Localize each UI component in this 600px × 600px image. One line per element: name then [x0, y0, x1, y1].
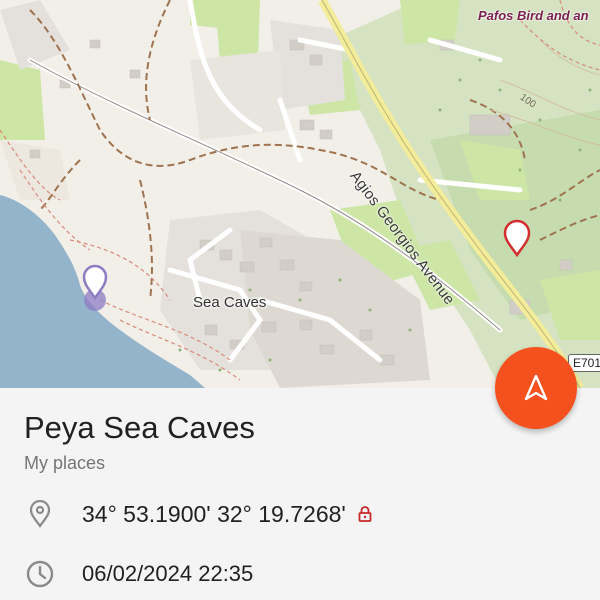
location-pin-icon — [24, 498, 56, 530]
date-row: 06/02/2024 22:35 — [24, 558, 253, 590]
navigation-arrow-icon — [524, 374, 548, 401]
favorite-marker-icon[interactable] — [82, 264, 108, 311]
place-title: Peya Sea Caves — [24, 410, 255, 445]
place-map-label: Sea Caves — [193, 294, 267, 311]
clock-icon — [24, 558, 56, 590]
coordinates-text: 34° 53.1900' 32° 19.7268' — [82, 500, 346, 527]
date-text: 06/02/2024 22:35 — [82, 561, 254, 586]
navigate-button[interactable] — [495, 347, 577, 429]
place-category: My places — [24, 453, 106, 473]
poi-label[interactable]: Pafos Bird and an — [478, 8, 589, 23]
lock-icon — [358, 506, 372, 522]
map-view[interactable]: Agios Georgios Avenue Pafos Bird and an … — [0, 0, 600, 388]
coordinates-row[interactable]: 34° 53.1900' 32° 19.7268' — [24, 498, 372, 530]
map-canvas — [0, 0, 600, 388]
